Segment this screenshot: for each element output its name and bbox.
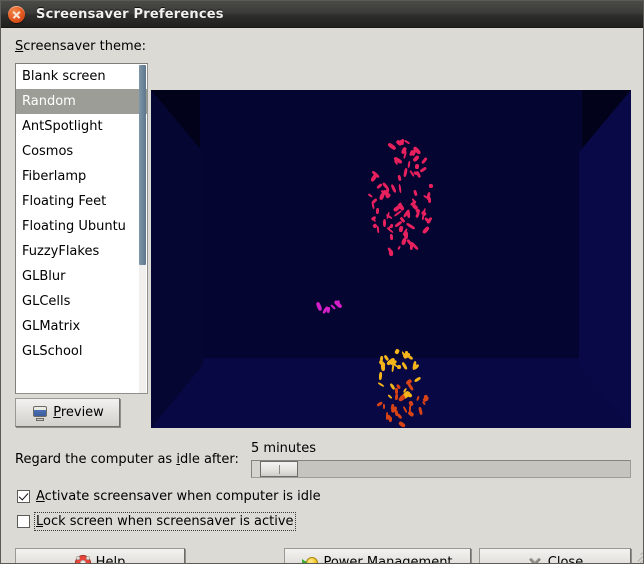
- idle-delay-label: Regard the computer as idle after:: [15, 452, 239, 467]
- screensaver-preview-pane: [151, 90, 631, 428]
- theme-list-scrollbar[interactable]: [139, 65, 146, 394]
- resize-grip[interactable]: [629, 549, 643, 563]
- idle-delay-slider[interactable]: [251, 460, 631, 478]
- theme-list-item[interactable]: GLMatrix: [16, 314, 147, 339]
- theme-list-item[interactable]: Floating Feet: [16, 189, 147, 214]
- preview-particle: [388, 416, 391, 421]
- preview-button-label: Preview: [53, 405, 104, 420]
- power-management-button-label: Power Management: [323, 555, 452, 564]
- theme-list-item[interactable]: Fiberlamp: [16, 164, 147, 189]
- theme-list-item[interactable]: GLSchool: [16, 339, 147, 364]
- preview-button[interactable]: Preview: [15, 398, 120, 427]
- preview-particle: [389, 224, 393, 229]
- power-management-icon: [302, 555, 318, 564]
- theme-list-item[interactable]: GLCells: [16, 289, 147, 314]
- idle-delay-value: 5 minutes: [251, 441, 316, 456]
- lock-screen-checkbox-row[interactable]: Lock screen when screensaver is active: [17, 514, 294, 529]
- preview-particle: [378, 372, 381, 380]
- activate-screensaver-checkbox-row[interactable]: Activate screensaver when computer is id…: [17, 489, 321, 504]
- dialog-content: Screensaver theme: Blank screenRandomAnt…: [1, 28, 644, 564]
- preview-particle: [376, 208, 379, 214]
- theme-list-item[interactable]: Random: [16, 89, 147, 114]
- help-button-label: Help: [96, 555, 126, 564]
- close-x-icon: [527, 555, 543, 564]
- idle-slider-thumb[interactable]: [260, 461, 298, 477]
- power-management-button[interactable]: Power Management: [284, 548, 471, 564]
- screensaver-preferences-window: Screensaver Preferences Screensaver them…: [0, 0, 644, 564]
- close-button-label: Close: [548, 555, 583, 564]
- theme-list-item[interactable]: AntSpotlight: [16, 114, 147, 139]
- preview-particle: [415, 163, 419, 169]
- preview-particle: [326, 306, 330, 312]
- lock-screen-label: Lock screen when screensaver is active: [36, 514, 294, 529]
- screensaver-theme-list[interactable]: Blank screenRandomAntSpotlightCosmosFibe…: [15, 63, 148, 394]
- preview-particle: [397, 365, 401, 369]
- theme-label-rest: creensaver theme:: [23, 39, 146, 54]
- theme-list-items: Blank screenRandomAntSpotlightCosmosFibe…: [16, 64, 147, 364]
- close-button[interactable]: Close: [479, 548, 631, 564]
- title-bar: Screensaver Preferences: [1, 1, 644, 28]
- idle-slider-fill: [252, 461, 260, 477]
- monitor-icon: [31, 405, 49, 421]
- preview-particle: [394, 393, 397, 400]
- window-title: Screensaver Preferences: [36, 7, 224, 22]
- theme-list-item[interactable]: Floating Ubuntu: [16, 214, 147, 239]
- activate-screensaver-label: Activate screensaver when computer is id…: [36, 489, 321, 504]
- preview-particle: [404, 231, 408, 239]
- theme-list-item[interactable]: Blank screen: [16, 64, 147, 89]
- theme-list-scrollbar-thumb[interactable]: [139, 65, 146, 265]
- theme-list-item[interactable]: FuzzyFlakes: [16, 239, 147, 264]
- lock-screen-checkbox[interactable]: [17, 515, 30, 528]
- theme-list-item[interactable]: GLBlur: [16, 264, 147, 289]
- lifebuoy-icon: [75, 555, 91, 564]
- theme-section-label: Screensaver theme:: [15, 39, 146, 54]
- preview-particle: [383, 404, 385, 409]
- activate-screensaver-checkbox[interactable]: [17, 490, 30, 503]
- window-close-icon[interactable]: [8, 6, 25, 23]
- preview-particle: [389, 250, 394, 256]
- theme-list-item[interactable]: Cosmos: [16, 139, 147, 164]
- help-button[interactable]: Help: [15, 548, 185, 564]
